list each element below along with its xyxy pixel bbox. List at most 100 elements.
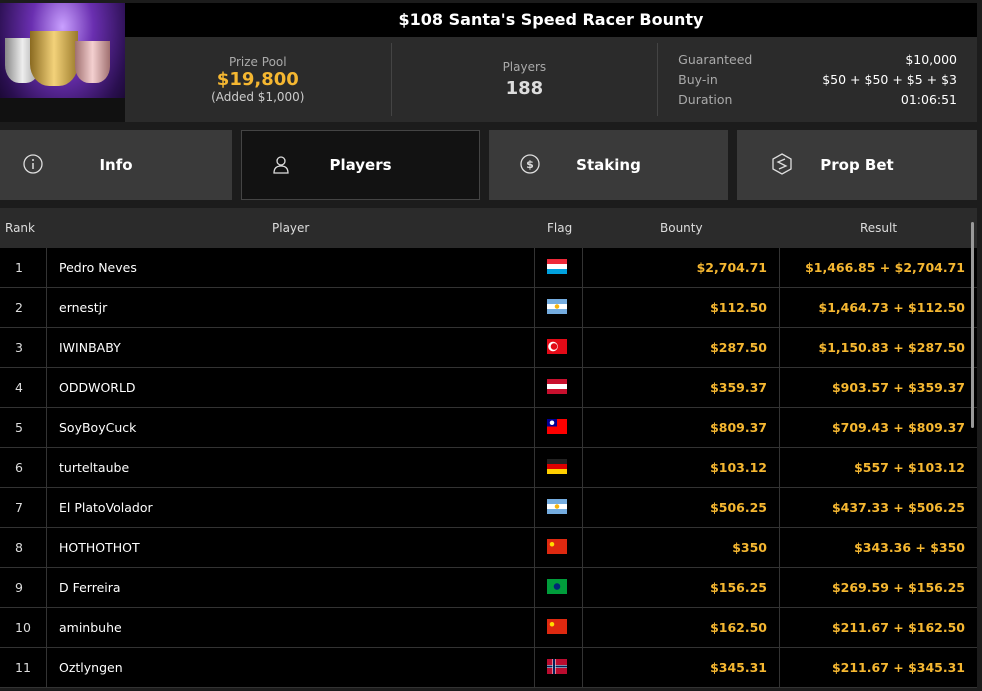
detail-buy-in: Buy-in $50 + $50 + $5 + $3 [678,72,957,87]
result-cell: $1,150.83 + $287.50 [818,340,966,355]
table-row[interactable]: 1 Pedro Neves $2,704.71 $1,466.85 + $2,7… [0,248,977,288]
rank-cell: 4 [15,380,23,395]
rank-cell: 6 [15,460,23,475]
table-row[interactable]: 4 ODDWORLD $359.37 $903.57 + $359.37 [0,368,977,408]
table-row[interactable]: 11 Oztlyngen $345.31 $211.67 + $345.31 [0,648,977,688]
bounty-cell: $103.12 [710,460,767,475]
player-name[interactable]: Pedro Neves [59,248,137,288]
detail-value: 01:06:51 [900,92,958,107]
result-cell: $343.36 + $350 [854,540,965,555]
tab-staking[interactable]: $ Staking [489,130,728,200]
player-name[interactable]: ODDWORLD [59,368,136,408]
table-row[interactable]: 9 D Ferreira $156.25 $269.59 + $156.25 [0,568,977,608]
column-bounty[interactable]: Bounty [660,208,703,248]
flag-tw-icon [547,419,567,434]
tab-prop-bet[interactable]: Prop Bet [737,130,977,200]
column-flag[interactable]: Flag [547,208,572,248]
bounty-cell: $112.50 [710,300,767,315]
prize-pool-added: (Added $1,000) [211,90,305,104]
tab-label: Players [329,156,392,174]
result-cell: $211.67 + $162.50 [831,620,965,635]
players-table-body: 1 Pedro Neves $2,704.71 $1,466.85 + $2,7… [0,248,977,688]
column-player[interactable]: Player [272,208,309,248]
bounty-cell: $359.37 [710,380,767,395]
player-name[interactable]: Oztlyngen [59,648,123,688]
result-cell: $557 + $103.12 [854,460,965,475]
flag-cn-icon [547,619,567,634]
detail-label: Buy-in [678,72,718,87]
column-result[interactable]: Result [860,208,897,248]
detail-label: Duration [678,92,733,107]
prize-pool-value: $19,800 [216,69,299,90]
table-row[interactable]: 6 turteltaube $103.12 $557 + $103.12 [0,448,977,488]
players-count: Players 188 [392,43,659,116]
info-icon [23,154,43,174]
flag-de-icon [547,459,567,474]
player-name[interactable]: aminbuhe [59,608,122,648]
rank-cell: 11 [15,660,31,675]
result-cell: $269.59 + $156.25 [831,580,965,595]
flag-br-icon [547,579,567,594]
tournament-title: $108 Santa's Speed Racer Bounty [125,3,977,37]
result-cell: $211.67 + $345.31 [831,660,965,675]
dollar-circle-icon: $ [520,154,540,174]
rank-cell: 5 [15,420,23,435]
bounty-cell: $287.50 [710,340,767,355]
player-name[interactable]: El PlatoVolador [59,488,153,528]
tab-info[interactable]: Info [0,130,232,200]
player-name[interactable]: D Ferreira [59,568,121,608]
table-row[interactable]: 3 IWINBABY $287.50 $1,150.83 + $287.50 [0,328,977,368]
players-value: 188 [505,78,544,99]
rank-cell: 2 [15,300,23,315]
rank-cell: 1 [15,260,23,275]
flag-lu-icon [547,259,567,274]
result-cell: $1,466.85 + $2,704.71 [805,260,965,275]
bounty-cell: $350 [732,540,767,555]
bounty-cell: $506.25 [710,500,767,515]
user-icon [273,156,289,174]
column-rank[interactable]: Rank [5,208,35,248]
tab-label: Prop Bet [820,156,894,174]
flag-cn-icon [547,539,567,554]
detail-value: $50 + $50 + $5 + $3 [822,72,958,87]
table-row[interactable]: 2 ernestjr $112.50 $1,464.73 + $112.50 [0,288,977,328]
tab-label: Info [99,156,133,174]
table-row[interactable]: 7 El PlatoVolador $506.25 $437.33 + $506… [0,488,977,528]
table-row[interactable]: 10 aminbuhe $162.50 $211.67 + $162.50 [0,608,977,648]
scrollbar[interactable] [971,222,974,428]
table-row[interactable]: 8 HOTHOTHOT $350 $343.36 + $350 [0,528,977,568]
player-name[interactable]: IWINBABY [59,328,121,368]
bounty-cell: $809.37 [710,420,767,435]
result-cell: $1,464.73 + $112.50 [818,300,966,315]
players-label: Players [502,60,547,74]
rank-cell: 9 [15,580,23,595]
players-table-header: Rank Player Flag Bounty Result [0,208,977,248]
player-name[interactable]: turteltaube [59,448,129,488]
bounty-cell: $345.31 [710,660,767,675]
rank-cell: 3 [15,340,23,355]
result-cell: $437.33 + $506.25 [831,500,965,515]
detail-value: $10,000 [905,52,958,67]
detail-duration: Duration 01:06:51 [678,92,957,107]
detail-guaranteed: Guaranteed $10,000 [678,52,957,67]
flag-no-icon [547,659,567,674]
bounty-cell: $2,704.71 [696,260,767,275]
result-cell: $903.57 + $359.37 [831,380,965,395]
bounty-cell: $162.50 [710,620,767,635]
tournament-trophy-image [0,3,125,122]
tab-players[interactable]: Players [241,130,480,200]
rank-cell: 8 [15,540,23,555]
svg-text:$: $ [526,158,534,171]
prize-pool-label: Prize Pool [228,55,287,69]
prop-bet-icon [772,153,792,175]
detail-label: Guaranteed [678,52,753,67]
player-name[interactable]: SoyBoyCuck [59,408,136,448]
rank-cell: 10 [15,620,31,635]
player-name[interactable]: HOTHOTHOT [59,528,140,568]
table-row[interactable]: 5 SoyBoyCuck $809.37 $709.43 + $809.37 [0,408,977,448]
rank-cell: 7 [15,500,23,515]
tab-bar: Info Players $ Staking Prop Bet [0,130,977,200]
player-name[interactable]: ernestjr [59,288,107,328]
tournament-details: Guaranteed $10,000 Buy-in $50 + $50 + $5 +… [658,43,977,116]
bounty-cell: $156.25 [710,580,767,595]
